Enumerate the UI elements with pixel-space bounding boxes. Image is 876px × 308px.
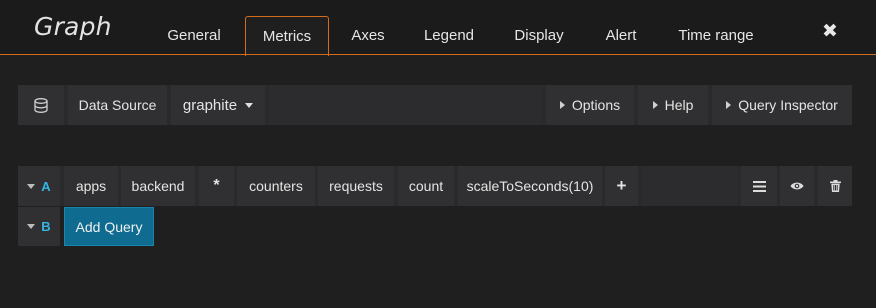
tab-display[interactable]: Display [504, 16, 574, 55]
metric-segment[interactable]: requests [318, 166, 394, 206]
metric-segment[interactable]: counters [237, 166, 315, 206]
chevron-down-icon [245, 102, 254, 108]
options-button[interactable]: Options [546, 85, 634, 125]
datasource-label: Data Source [68, 85, 167, 125]
query-a-spacer [642, 166, 737, 206]
tab-alert[interactable]: Alert [594, 16, 648, 55]
help-label: Help [664, 97, 694, 113]
tab-legend[interactable]: Legend [414, 16, 484, 55]
metric-segment-wildcard[interactable]: * [199, 166, 234, 206]
query-inspector-label: Query Inspector [738, 97, 838, 113]
menu-icon[interactable] [741, 166, 777, 206]
datasource-select[interactable]: graphite [171, 85, 265, 125]
eye-icon[interactable] [780, 166, 814, 206]
datasource-spacer [269, 85, 542, 125]
tab-axes[interactable]: Axes [340, 16, 396, 55]
tab-metrics[interactable]: Metrics [245, 16, 329, 56]
caret-right-icon [726, 101, 732, 109]
caret-right-icon [559, 101, 565, 109]
panel-editor-header: Graph General Metrics Axes Legend Displa… [0, 0, 876, 56]
metric-segment[interactable]: count [398, 166, 454, 206]
metric-segment[interactable]: apps [64, 166, 118, 206]
caret-down-icon [27, 224, 36, 229]
query-letter: A [41, 178, 51, 194]
function-segment[interactable]: scaleToSeconds(10) [458, 166, 602, 206]
query-a-toggle[interactable]: A [18, 166, 60, 206]
close-icon[interactable]: ✖ [822, 22, 842, 42]
panel-title: Graph [34, 12, 112, 41]
tab-time-range[interactable]: Time range [668, 16, 764, 55]
datasource-selected-value: graphite [182, 96, 238, 114]
query-inspector-button[interactable]: Query Inspector [712, 85, 852, 125]
query-letter: B [41, 219, 51, 234]
trash-icon[interactable] [818, 166, 852, 206]
database-icon [18, 85, 64, 125]
caret-right-icon [652, 101, 658, 109]
options-label: Options [571, 97, 621, 113]
query-b-toggle[interactable]: B [18, 207, 60, 246]
help-button[interactable]: Help [638, 85, 708, 125]
add-function-button[interactable]: + [605, 166, 638, 206]
add-query-button[interactable]: Add Query [64, 207, 154, 246]
metric-segment[interactable]: backend [121, 166, 195, 206]
tab-general[interactable]: General [152, 16, 236, 55]
header-divider [0, 54, 876, 55]
caret-down-icon [27, 183, 36, 189]
